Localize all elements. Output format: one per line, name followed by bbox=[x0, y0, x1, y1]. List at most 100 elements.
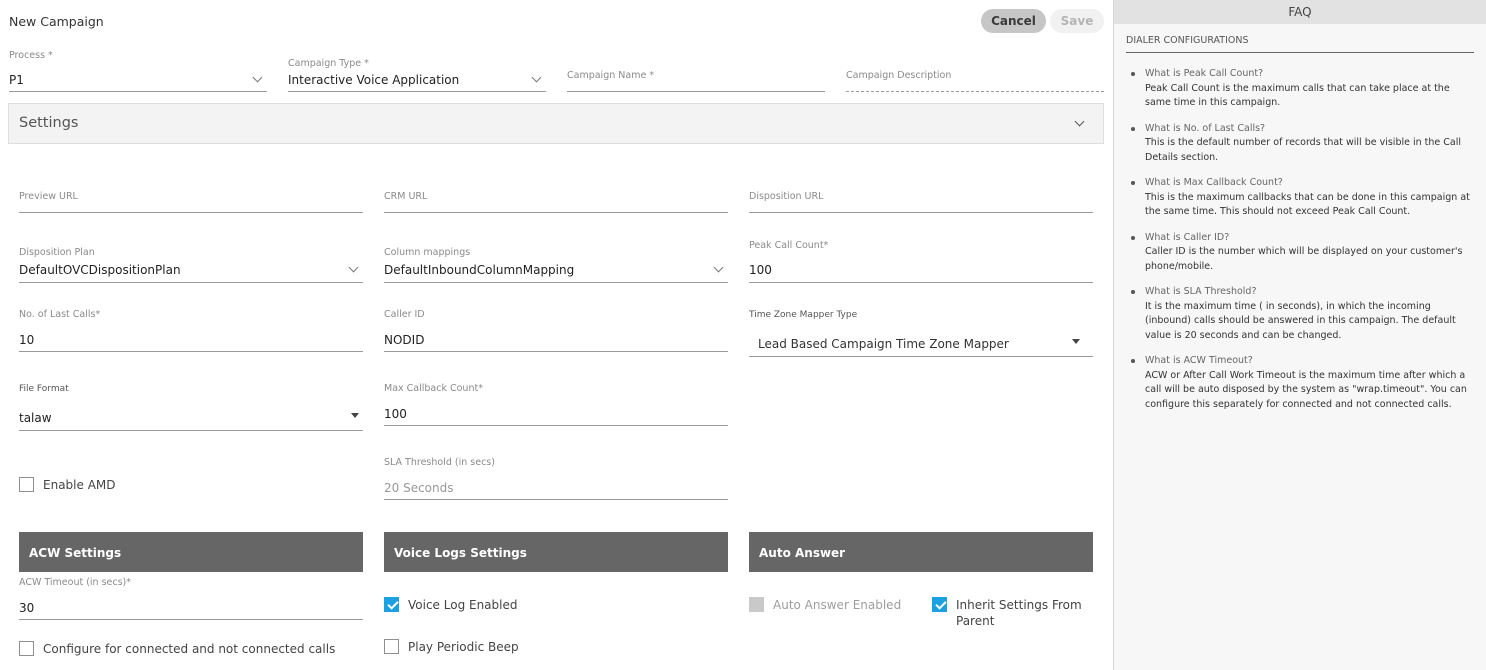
inherit-settings-label: Inherit Settings From Parent bbox=[956, 598, 1082, 628]
disposition-plan-label: Disposition Plan bbox=[19, 247, 95, 258]
faq-answer: Caller ID is the number which will be di… bbox=[1145, 246, 1463, 272]
time-zone-mapper-label: Time Zone Mapper Type bbox=[749, 310, 858, 320]
faq-item: What is ACW Timeout? ACW or After Call W… bbox=[1128, 354, 1474, 412]
file-format-select[interactable]: File Format talaw bbox=[19, 384, 363, 433]
campaign-description-input[interactable]: Campaign Description bbox=[846, 70, 1104, 94]
page-title: New Campaign bbox=[9, 14, 104, 29]
no-of-last-calls-input[interactable]: No. of Last Calls* 10 bbox=[19, 309, 363, 354]
acw-settings-header: ACW Settings bbox=[19, 532, 363, 572]
campaign-type-value: Interactive Voice Application bbox=[288, 73, 460, 87]
peak-call-count-value: 100 bbox=[749, 263, 772, 277]
faq-answer: ACW or After Call Work Timeout is the ma… bbox=[1145, 369, 1467, 410]
faq-question: What is Max Callback Count? bbox=[1145, 177, 1283, 188]
settings-title: Settings bbox=[19, 115, 79, 131]
campaign-name-label: Campaign Name * bbox=[567, 70, 655, 81]
auto-answer-enabled-checkbox[interactable]: Auto Answer Enabled bbox=[749, 597, 901, 613]
auto-answer-enabled-label: Auto Answer Enabled bbox=[773, 598, 902, 612]
faq-item: What is Max Callback Count? This is the … bbox=[1128, 176, 1474, 220]
column-mappings-select[interactable]: Column mappings DefaultInboundColumnMapp… bbox=[384, 247, 728, 285]
play-periodic-beep-label: Play Periodic Beep bbox=[408, 640, 519, 654]
campaign-description-label: Campaign Description bbox=[846, 70, 952, 81]
enable-amd-checkbox[interactable]: Enable AMD bbox=[19, 477, 116, 493]
checkbox-box[interactable] bbox=[749, 597, 764, 612]
checkbox-box[interactable] bbox=[19, 641, 34, 656]
chevron-down-icon bbox=[1074, 116, 1085, 127]
voice-logs-settings-header: Voice Logs Settings bbox=[384, 532, 728, 572]
campaign-name-input[interactable]: Campaign Name * bbox=[567, 70, 825, 94]
acw-timeout-label: ACW Timeout (in secs)* bbox=[19, 577, 132, 588]
crm-url-label: CRM URL bbox=[384, 191, 428, 202]
voice-log-enabled-label: Voice Log Enabled bbox=[408, 598, 518, 612]
faq-section-title: DIALER CONFIGURATIONS bbox=[1126, 35, 1474, 53]
checkbox-box[interactable] bbox=[384, 639, 399, 654]
no-of-last-calls-label: No. of Last Calls* bbox=[19, 309, 101, 320]
no-of-last-calls-value: 10 bbox=[19, 333, 35, 347]
chevron-down-icon bbox=[348, 262, 359, 273]
caller-id-input[interactable]: Caller ID NODID bbox=[384, 309, 728, 354]
faq-answer: It is the maximum time ( in seconds), in… bbox=[1145, 300, 1456, 341]
inherit-settings-checkbox[interactable]: Inherit Settings From Parent bbox=[932, 597, 1082, 629]
column-mappings-value: DefaultInboundColumnMapping bbox=[384, 263, 575, 277]
peak-call-count-input[interactable]: Peak Call Count* 100 bbox=[749, 240, 1093, 285]
preview-url-label: Preview URL bbox=[19, 191, 78, 202]
disposition-url-input[interactable]: Disposition URL bbox=[749, 191, 1093, 215]
faq-panel: FAQ DIALER CONFIGURATIONS What is Peak C… bbox=[1113, 0, 1486, 670]
sla-threshold-label: SLA Threshold (in secs) bbox=[384, 457, 495, 468]
faq-question: What is SLA Threshold? bbox=[1145, 286, 1257, 297]
caret-down-icon bbox=[351, 413, 359, 418]
process-label: Process * bbox=[9, 50, 53, 61]
auto-answer-header: Auto Answer bbox=[749, 532, 1093, 572]
file-format-value: talaw bbox=[19, 411, 52, 425]
faq-answer: This is the default number of records th… bbox=[1145, 137, 1462, 163]
faq-question: What is Peak Call Count? bbox=[1145, 68, 1264, 79]
time-zone-mapper-value: Lead Based Campaign Time Zone Mapper bbox=[758, 337, 1009, 351]
column-mappings-label: Column mappings bbox=[384, 247, 471, 258]
campaign-type-label: Campaign Type * bbox=[288, 58, 369, 69]
faq-question: What is ACW Timeout? bbox=[1145, 355, 1253, 366]
disposition-url-label: Disposition URL bbox=[749, 191, 824, 202]
disposition-plan-select[interactable]: Disposition Plan DefaultOVCDispositionPl… bbox=[19, 247, 363, 285]
faq-list: What is Peak Call Count? Peak Call Count… bbox=[1128, 67, 1474, 412]
enable-amd-label: Enable AMD bbox=[43, 478, 116, 492]
faq-item: What is SLA Threshold? It is the maximum… bbox=[1128, 285, 1474, 343]
caret-down-icon bbox=[1072, 339, 1080, 344]
sla-threshold-value: 20 Seconds bbox=[384, 481, 454, 495]
settings-accordion[interactable]: Settings bbox=[8, 103, 1104, 144]
faq-title: FAQ bbox=[1114, 0, 1486, 24]
max-callback-count-label: Max Callback Count* bbox=[384, 383, 483, 394]
play-periodic-beep-checkbox[interactable]: Play Periodic Beep bbox=[384, 639, 519, 655]
caller-id-value: NODID bbox=[384, 333, 425, 347]
campaign-form: New Campaign Cancel Save Process * P1 Ca… bbox=[0, 0, 1113, 670]
preview-url-input[interactable]: Preview URL bbox=[19, 191, 363, 215]
max-callback-count-value: 100 bbox=[384, 407, 407, 421]
checkmark-icon[interactable] bbox=[384, 597, 399, 612]
chevron-down-icon bbox=[713, 262, 724, 273]
configure-connected-label: Configure for connected and not connecte… bbox=[43, 642, 336, 656]
checkbox-box[interactable] bbox=[19, 477, 34, 492]
sla-threshold-input[interactable]: SLA Threshold (in secs) 20 Seconds bbox=[384, 457, 728, 502]
peak-call-count-label: Peak Call Count* bbox=[749, 240, 829, 251]
disposition-plan-value: DefaultOVCDispositionPlan bbox=[19, 263, 181, 277]
time-zone-mapper-select[interactable]: Time Zone Mapper Type Lead Based Campaig… bbox=[749, 310, 1093, 359]
acw-timeout-value: 30 bbox=[19, 601, 35, 615]
faq-item: What is Peak Call Count? Peak Call Count… bbox=[1128, 67, 1474, 111]
save-button[interactable]: Save bbox=[1050, 9, 1104, 33]
max-callback-count-input[interactable]: Max Callback Count* 100 bbox=[384, 383, 728, 428]
faq-item: What is No. of Last Calls? This is the d… bbox=[1128, 122, 1474, 166]
configure-connected-checkbox[interactable]: Configure for connected and not connecte… bbox=[19, 641, 335, 657]
faq-answer: This is the maximum callbacks that can b… bbox=[1145, 191, 1470, 218]
checkmark-icon[interactable] bbox=[932, 597, 947, 612]
faq-question: What is No. of Last Calls? bbox=[1145, 122, 1266, 134]
file-format-label: File Format bbox=[19, 384, 69, 394]
voice-log-enabled-checkbox[interactable]: Voice Log Enabled bbox=[384, 597, 518, 613]
process-value: P1 bbox=[9, 73, 24, 87]
chevron-down-icon bbox=[252, 72, 263, 83]
process-select[interactable]: Process * P1 bbox=[9, 48, 267, 94]
acw-timeout-input[interactable]: ACW Timeout (in secs)* 30 bbox=[19, 577, 363, 622]
crm-url-input[interactable]: CRM URL bbox=[384, 191, 728, 215]
chevron-down-icon bbox=[531, 72, 542, 83]
campaign-type-select[interactable]: Campaign Type * Interactive Voice Applic… bbox=[288, 56, 546, 94]
faq-question: What is Caller ID? bbox=[1145, 231, 1230, 243]
caller-id-label: Caller ID bbox=[384, 309, 425, 320]
cancel-button[interactable]: Cancel bbox=[981, 9, 1046, 33]
